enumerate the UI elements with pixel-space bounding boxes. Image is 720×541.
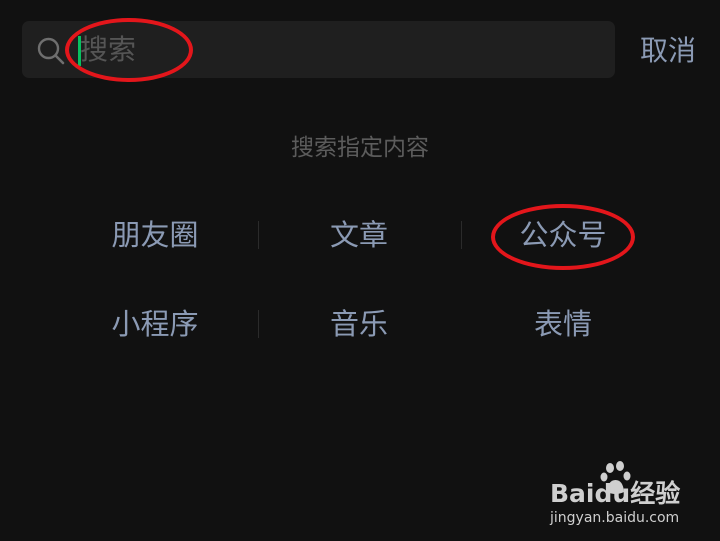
search-input[interactable] — [80, 28, 580, 70]
category-moments[interactable]: 朋友圈 — [55, 210, 255, 260]
svg-text:jingyan.baidu.com: jingyan.baidu.com — [549, 510, 679, 526]
divider — [461, 221, 462, 249]
section-title: 搜索指定内容 — [291, 135, 429, 161]
category-stickers[interactable]: 表情 — [463, 299, 663, 349]
svg-text:Baidu经验: Baidu经验 — [550, 479, 680, 508]
search-bar[interactable] — [22, 21, 615, 78]
category-music[interactable]: 音乐 — [259, 299, 459, 349]
search-icon — [37, 37, 65, 65]
baidu-jingyan-watermark: Baidu经验 jingyan.baidu.com — [549, 461, 680, 526]
cancel-button[interactable]: 取消 — [625, 26, 711, 76]
category-official-accounts[interactable]: 公众号 — [463, 210, 663, 260]
category-articles[interactable]: 文章 — [259, 210, 459, 260]
category-mini-programs[interactable]: 小程序 — [55, 299, 255, 349]
